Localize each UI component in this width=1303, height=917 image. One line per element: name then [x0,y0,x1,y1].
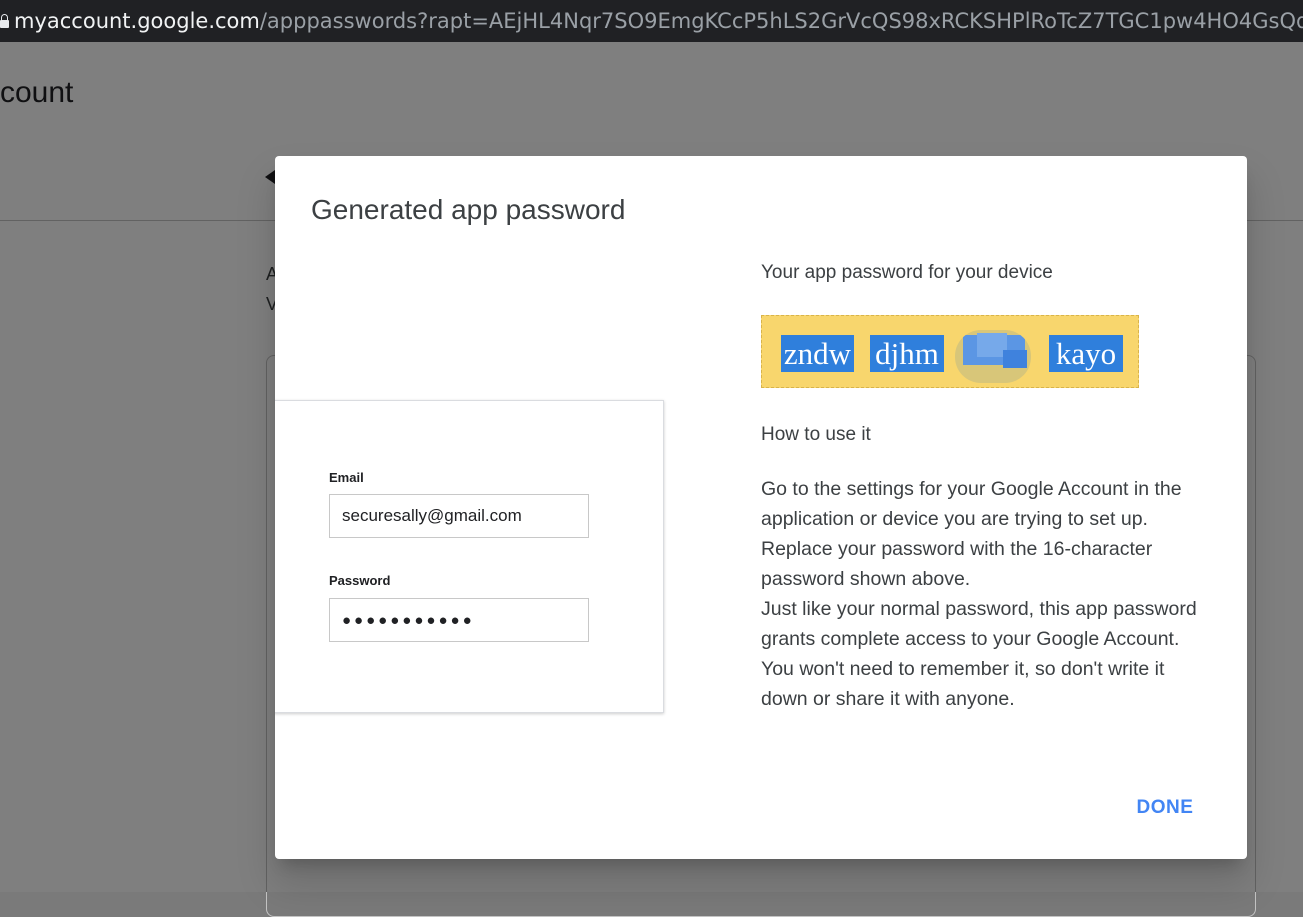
done-button[interactable]: DONE [1123,790,1207,826]
password-chunk: djhm [870,335,944,372]
email-label: Email [329,470,364,485]
dialog-title: Generated app password [311,194,626,225]
url-path: /apppasswords?rapt=AEjHL4Nqr7SO9EmgKCcP5… [259,9,1303,33]
redacted-password-chunk [955,330,1031,383]
address-bar[interactable]: myaccount.google.com/apppasswords?rapt=A… [0,0,1303,42]
password-chunk: kayo [1049,335,1123,372]
password-chunk: zndw [781,335,854,372]
email-field: securesally@gmail.com [329,494,589,538]
password-label: Password [329,573,391,588]
url-host: myaccount.google.com [14,9,260,33]
app-password-dialog: Generated app password Email securesally… [275,156,1247,859]
password-field: ●●●●●●●●●●● [329,598,589,642]
how-to-use-paragraph: Go to the settings for your Google Accou… [761,478,1182,590]
password-heading: Your app password for your device [761,262,1053,283]
how-to-use-paragraph: Just like your normal password, this app… [761,598,1197,710]
login-illustration: Email securesally@gmail.com Password ●●●… [275,400,664,713]
how-to-use-heading: How to use it [761,424,871,445]
how-to-use-text: Go to the settings for your Google Accou… [761,474,1211,714]
app-password-box[interactable]: zndw djhm kayo [761,315,1139,388]
